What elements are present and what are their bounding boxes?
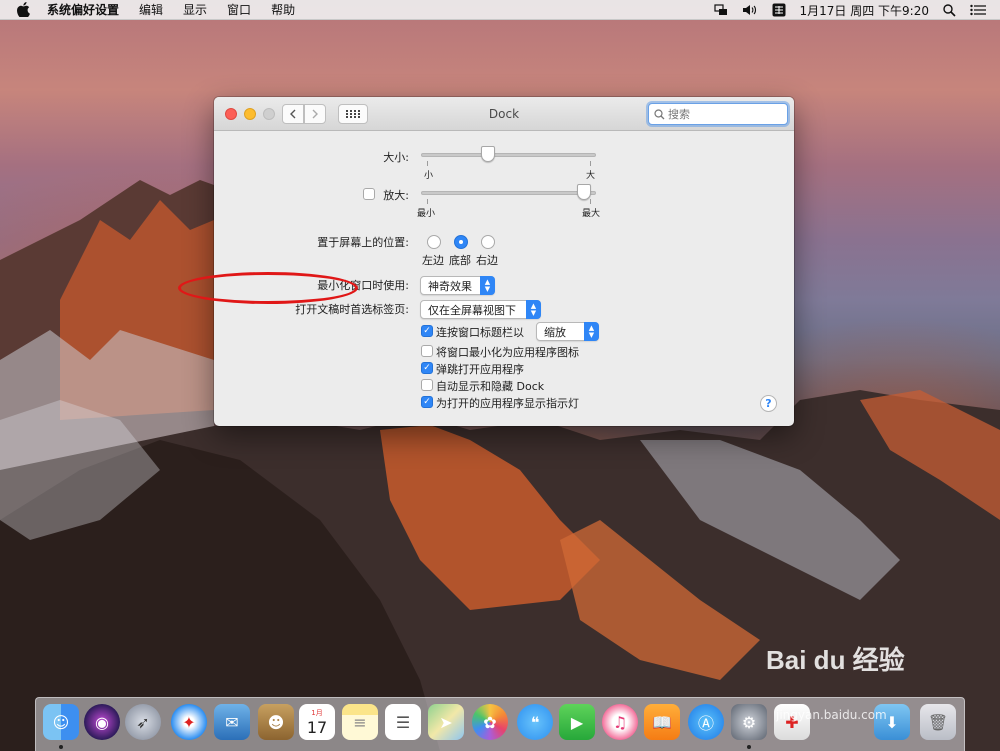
double-click-action-popup[interactable]: 缩放 ▲ ▼ — [536, 322, 599, 341]
magnify-tick-min — [427, 199, 428, 204]
popup-arrows-icon: ▲ ▼ — [526, 300, 541, 319]
minimize-effect-value: 神奇效果 — [428, 279, 472, 293]
animate-opening-label: 弹跳打开应用程序 — [436, 363, 524, 376]
siri-icon[interactable]: ◉ — [84, 704, 120, 740]
show-indicators-label: 为打开的应用程序显示指示灯 — [436, 397, 579, 410]
help-button[interactable]: ? — [760, 395, 777, 412]
messages-icon[interactable]: ❝ — [517, 704, 553, 740]
magnify-max-label: 最大 — [582, 209, 601, 219]
finder-icon[interactable]: ☺ — [43, 704, 79, 740]
position-bottom-label: 底部 — [449, 254, 471, 267]
size-slider[interactable] — [421, 153, 596, 157]
autohide-checkbox[interactable] — [421, 379, 433, 391]
ibooks-icon[interactable]: 📖 — [644, 704, 680, 740]
position-left-label: 左边 — [422, 254, 444, 267]
running-indicator — [747, 745, 751, 749]
apple-icon[interactable] — [17, 2, 31, 17]
menu-help[interactable]: 帮助 — [271, 1, 295, 18]
system-preferences-icon[interactable]: ⚙ — [731, 704, 767, 740]
tabs-label: 打开文稿时首选标签页: — [295, 303, 409, 316]
menu-window[interactable]: 窗口 — [227, 1, 251, 18]
photos-icon[interactable]: ✿ — [472, 704, 508, 740]
notification-center-icon[interactable] — [970, 4, 986, 16]
screen-mirroring-icon[interactable] — [713, 4, 728, 16]
size-label: 大小: — [383, 151, 409, 164]
running-indicator — [59, 745, 63, 749]
notes-icon[interactable]: ≡ — [342, 704, 378, 740]
title-bar: Dock — [214, 97, 794, 131]
itunes-icon[interactable]: ♫ — [602, 704, 638, 740]
search-field[interactable] — [648, 103, 788, 125]
tabs-preference-popup[interactable]: 仅在全屏幕视图下 ▲ ▼ — [420, 300, 541, 319]
watermark-url: jingyan.baidu.com — [776, 708, 887, 722]
watermark-logo: Bai du 经验 — [766, 645, 905, 675]
size-max-label: 大 — [586, 171, 596, 181]
show-indicators-checkbox[interactable]: ✓ — [421, 396, 433, 408]
magnify-slider-knob[interactable] — [577, 184, 592, 200]
reminders-icon[interactable]: ☰ — [385, 704, 421, 740]
position-right-label: 右边 — [476, 254, 498, 267]
popup-arrows-icon: ▲ ▼ — [584, 322, 599, 341]
menu-edit[interactable]: 编辑 — [139, 1, 163, 18]
maps-icon[interactable]: ➤ — [428, 704, 464, 740]
animate-opening-checkbox[interactable]: ✓ — [421, 362, 433, 374]
dock: ☺ ◉ ➶ ✦ ✉ ☻ 1月 17 ≡ ☰ ➤ ✿ ❝ ▶ ♫ 📖 Ⓐ ⚙ ✚ … — [35, 697, 965, 751]
menu-view[interactable]: 显示 — [183, 1, 207, 18]
magnify-tick-max — [590, 199, 591, 204]
mail-icon[interactable]: ✉ — [214, 704, 250, 740]
magnify-label: 放大: — [383, 189, 409, 202]
safari-icon[interactable]: ✦ — [171, 704, 207, 740]
calendar-day: 17 — [306, 717, 328, 737]
magnify-min-label: 最小 — [417, 209, 436, 219]
search-icon — [654, 108, 665, 119]
calendar-icon[interactable]: 1月 17 — [299, 704, 335, 740]
popup-arrows-icon: ▲ ▼ — [480, 276, 495, 295]
double-click-action-value: 缩放 — [544, 325, 566, 339]
position-bottom-radio[interactable] — [454, 235, 468, 249]
minimize-effect-popup[interactable]: 神奇效果 ▲ ▼ — [420, 276, 495, 295]
spotlight-icon[interactable] — [943, 3, 956, 17]
double-click-label: 连按窗口标题栏以 — [436, 326, 524, 339]
facetime-icon[interactable]: ▶ — [559, 704, 595, 740]
size-tick-max — [590, 161, 591, 166]
magnify-slider[interactable] — [421, 191, 596, 195]
trash-icon[interactable]: 🗑 — [920, 704, 956, 740]
size-min-label: 小 — [424, 171, 434, 181]
annotation-ellipse — [178, 272, 358, 304]
input-method-icon[interactable] — [772, 3, 786, 17]
size-slider-knob[interactable] — [480, 146, 495, 162]
app-store-icon[interactable]: Ⓐ — [688, 704, 724, 740]
volume-icon[interactable] — [742, 4, 758, 16]
double-click-checkbox[interactable]: ✓ — [421, 325, 433, 337]
launchpad-icon[interactable]: ➶ — [125, 704, 161, 740]
tabs-preference-value: 仅在全屏幕视图下 — [428, 303, 516, 317]
size-tick-min — [427, 161, 428, 166]
menu-bar: 系统偏好设置 编辑 显示 窗口 帮助 1月17日 周四 下午9:20 — [0, 0, 1000, 20]
minimize-to-icon-checkbox[interactable] — [421, 345, 433, 357]
search-input[interactable] — [668, 107, 778, 121]
minimize-to-icon-label: 将窗口最小化为应用程序图标 — [436, 346, 579, 359]
calendar-month: 1月 — [311, 708, 323, 717]
contacts-icon[interactable]: ☻ — [258, 704, 294, 740]
position-right-radio[interactable] — [481, 235, 495, 249]
magnify-checkbox[interactable] — [363, 188, 375, 200]
clock[interactable]: 1月17日 周四 下午9:20 — [800, 2, 929, 19]
position-left-radio[interactable] — [427, 235, 441, 249]
dock-preferences-window: Dock 大小: 小 大 放大: 最小 最大 置于屏幕上的位置: 左边 底部 右… — [214, 97, 794, 426]
menu-app-name[interactable]: 系统偏好设置 — [47, 1, 119, 18]
autohide-label: 自动显示和隐藏 Dock — [436, 380, 545, 393]
position-label: 置于屏幕上的位置: — [317, 236, 409, 249]
